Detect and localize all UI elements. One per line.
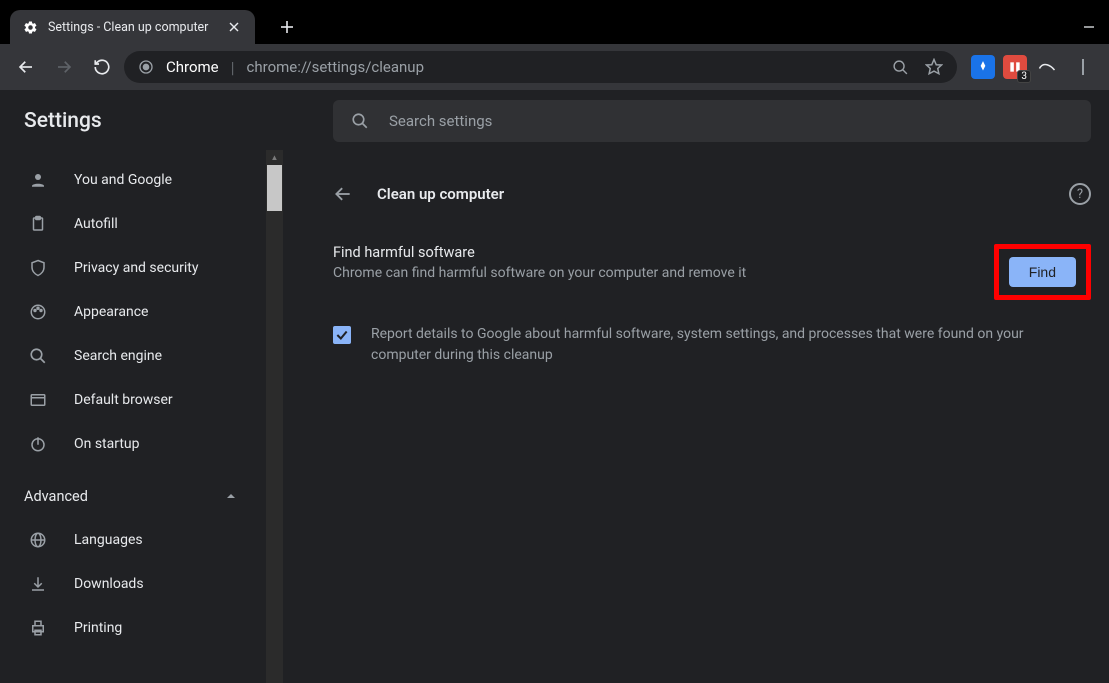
sidebar-item-label: Printing xyxy=(74,620,122,636)
url-protocol: Chrome xyxy=(166,58,219,76)
new-tab-button[interactable] xyxy=(273,13,301,41)
find-harmful-subtitle: Chrome can find harmful software on your… xyxy=(333,265,974,281)
report-checkbox[interactable] xyxy=(333,326,351,344)
gear-icon xyxy=(22,19,38,35)
extension-badge-count: 3 xyxy=(1017,70,1031,83)
address-bar[interactable]: Chrome | chrome://settings/cleanup xyxy=(124,51,957,83)
sidebar-scrollbar[interactable]: ▲ xyxy=(266,150,283,683)
url-divider: | xyxy=(231,58,235,77)
sidebar-item-label: Default browser xyxy=(74,392,173,408)
extension-3-icon[interactable] xyxy=(1035,55,1059,79)
browser-toolbar: Chrome | chrome://settings/cleanup 3 xyxy=(0,44,1109,90)
sidebar-item-appearance[interactable]: Appearance xyxy=(0,290,283,334)
find-button[interactable]: Find xyxy=(1009,257,1076,287)
extension-1-icon[interactable] xyxy=(971,55,995,79)
scroll-up-arrow-icon[interactable]: ▲ xyxy=(267,150,282,165)
palette-icon xyxy=(28,302,48,322)
sidebar-item-label: Downloads xyxy=(74,576,144,592)
window-controls xyxy=(1083,10,1109,44)
window-titlebar: Settings - Clean up computer xyxy=(0,0,1109,44)
scrollbar-thumb[interactable] xyxy=(267,165,282,211)
chevron-up-icon xyxy=(225,490,237,502)
sidebar-item-label: Search engine xyxy=(74,348,162,364)
find-harmful-row: Find harmful software Chrome can find ha… xyxy=(333,244,1091,300)
forward-button[interactable] xyxy=(48,51,80,83)
power-icon xyxy=(28,434,48,454)
clipboard-icon xyxy=(28,214,48,234)
printer-icon xyxy=(28,618,48,638)
bookmark-star-icon[interactable] xyxy=(925,58,943,76)
extensions-area: 3 xyxy=(971,51,1099,83)
sidebar-advanced-toggle[interactable]: Advanced xyxy=(0,474,283,518)
find-harmful-title: Find harmful software xyxy=(333,244,974,261)
sidebar-item-label: On startup xyxy=(74,436,140,452)
page-header: Clean up computer ? xyxy=(333,168,1091,220)
extension-2-icon[interactable]: 3 xyxy=(1003,55,1027,79)
sidebar-item-printing[interactable]: Printing xyxy=(0,606,283,650)
advanced-label: Advanced xyxy=(24,488,88,505)
back-button[interactable] xyxy=(10,51,42,83)
search-in-page-icon[interactable] xyxy=(892,59,909,76)
person-icon xyxy=(28,170,48,190)
search-icon xyxy=(28,346,48,366)
report-checkbox-label: Report details to Google about harmful s… xyxy=(371,324,1031,366)
search-icon xyxy=(351,112,369,130)
close-tab-button[interactable] xyxy=(225,18,243,36)
back-arrow-button[interactable] xyxy=(333,184,353,204)
sidebar-item-on-startup[interactable]: On startup xyxy=(0,422,283,466)
help-button[interactable]: ? xyxy=(1069,183,1091,205)
settings-main: Search settings Clean up computer ? Find… xyxy=(283,90,1109,683)
sidebar-header: Settings xyxy=(0,90,283,152)
browser-window-icon xyxy=(28,390,48,410)
tab-title: Settings - Clean up computer xyxy=(48,20,208,35)
sidebar-item-privacy[interactable]: Privacy and security xyxy=(0,246,283,290)
sidebar-item-label: Appearance xyxy=(74,304,148,320)
sidebar-item-label: Autofill xyxy=(74,216,118,232)
sidebar-item-label: Privacy and security xyxy=(74,260,198,276)
shield-icon xyxy=(28,258,48,278)
settings-search-input[interactable]: Search settings xyxy=(333,100,1091,142)
sidebar-item-you-and-google[interactable]: You and Google xyxy=(0,158,283,202)
page-title: Clean up computer xyxy=(377,185,504,203)
sidebar-item-autofill[interactable]: Autofill xyxy=(0,202,283,246)
sidebar-item-label: You and Google xyxy=(74,172,172,188)
sidebar-item-label: Languages xyxy=(74,532,143,548)
settings-sidebar: Settings You and Google Autofill Privacy… xyxy=(0,90,283,683)
chrome-page-icon xyxy=(138,59,154,75)
browser-tab[interactable]: Settings - Clean up computer xyxy=(10,10,255,44)
minimize-button[interactable] xyxy=(1083,21,1095,33)
find-button-highlight: Find xyxy=(994,244,1091,300)
browser-menu-button[interactable] xyxy=(1067,51,1099,83)
search-placeholder: Search settings xyxy=(389,112,492,130)
sidebar-item-search-engine[interactable]: Search engine xyxy=(0,334,283,378)
sidebar-item-downloads[interactable]: Downloads xyxy=(0,562,283,606)
url-path: chrome://settings/cleanup xyxy=(247,58,424,76)
sidebar-item-default-browser[interactable]: Default browser xyxy=(0,378,283,422)
download-icon xyxy=(28,574,48,594)
sidebar-item-languages[interactable]: Languages xyxy=(0,518,283,562)
globe-icon xyxy=(28,530,48,550)
reload-button[interactable] xyxy=(86,51,118,83)
report-checkbox-row[interactable]: Report details to Google about harmful s… xyxy=(333,324,1091,366)
